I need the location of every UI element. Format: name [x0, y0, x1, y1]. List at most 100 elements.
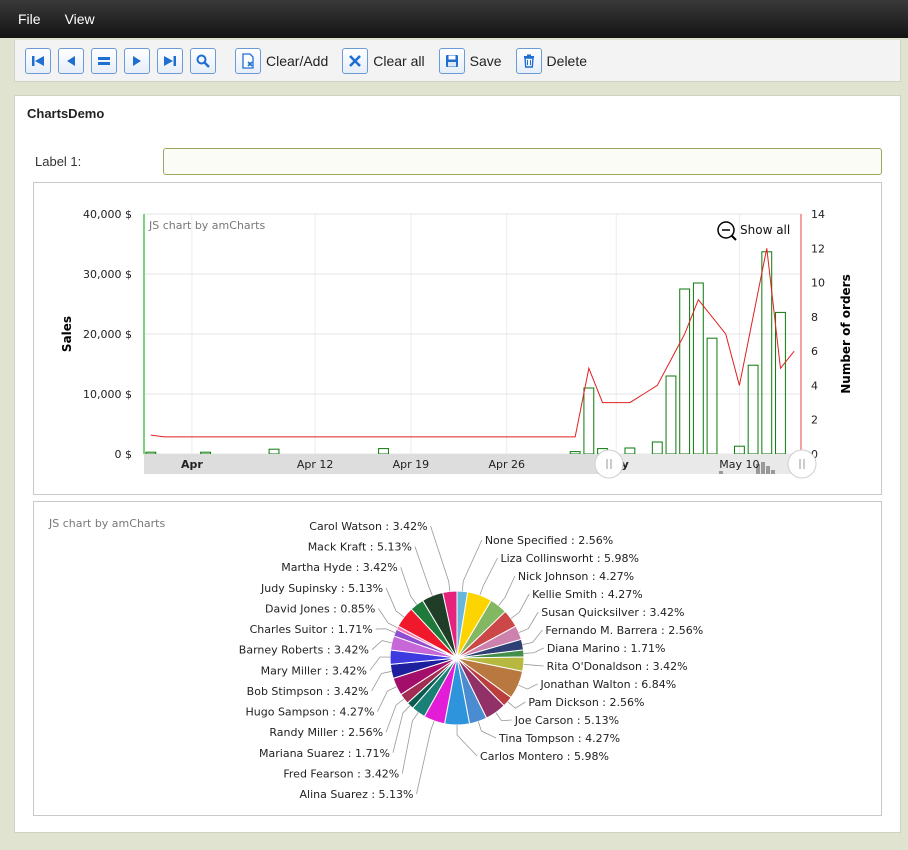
save-button[interactable] [438, 47, 465, 74]
pie-slice-label: Judy Supinsky : 5.13% [260, 582, 383, 595]
pie-label-connector [371, 640, 392, 650]
pie-label-connector [385, 587, 405, 618]
pie-label-connector [377, 608, 398, 629]
next-record-button[interactable] [124, 47, 150, 74]
pie-slice-label: None Specified : 2.56% [485, 534, 613, 547]
y2-tick-label: 14 [811, 208, 825, 221]
scrollbar-handle[interactable] [787, 449, 817, 479]
chart-credit: JS chart by amCharts [148, 219, 265, 232]
pie-slice-label: Barney Roberts : 3.42% [239, 644, 369, 657]
menu-bar: File View [0, 0, 908, 38]
previous-record-icon [67, 55, 75, 66]
clear-all-label[interactable]: Clear all [373, 53, 424, 69]
pie-slice-label: Mack Kraft : 5.13% [308, 541, 412, 554]
pie-slice-label: Diana Marino : 1.71% [547, 642, 666, 655]
pie-label-connector [477, 721, 497, 739]
pie-chart-container: JS chart by amCharts None Specified : 2.5… [33, 501, 882, 816]
x-tick-label: Apr [181, 458, 203, 471]
delete-label[interactable]: Delete [547, 53, 587, 69]
scrollbar-preview-bar [766, 466, 770, 474]
clear-add-label[interactable]: Clear/Add [266, 53, 328, 69]
y2-axis-title: Number of orders [839, 274, 853, 394]
y-tick-label: 30,000 $ [83, 268, 132, 281]
y2-tick-label: 10 [811, 277, 825, 290]
scrollbar-preview-bar [719, 471, 723, 474]
next-record-icon [133, 55, 141, 66]
list-view-button[interactable] [91, 47, 117, 74]
y2-tick-label: 12 [811, 242, 825, 255]
y2-tick-label: 6 [811, 345, 818, 358]
y-tick-label: 10,000 $ [83, 388, 132, 401]
clear-add-button[interactable] [235, 47, 261, 74]
pie-slice-label: Liza Collinsworht : 5.98% [501, 552, 639, 565]
pie-label-connector [400, 567, 418, 605]
pie-label-connector [430, 525, 451, 592]
scrollbar-preview-bar [771, 470, 775, 474]
pie-slice-label: Randy Miller : 2.56% [269, 726, 383, 739]
sales-bar [747, 364, 759, 455]
pie-slice-label: Bob Stimpson : 3.42% [247, 685, 369, 698]
delete-button[interactable] [515, 47, 542, 74]
charts-demo-panel: ChartsDemo Label 1: 40,000 $ 30,000 $ 20,0… [14, 95, 901, 833]
pie-slice-label: Jonathan Walton : 6.84% [539, 678, 676, 691]
pie-slice-label: Mariana Suarez : 1.71% [259, 747, 390, 760]
pie-label-connector [371, 671, 392, 692]
pie-label-connector [522, 629, 543, 645]
pie-slice-label: Carol Watson : 3.42% [309, 520, 427, 533]
scrollbar-handle[interactable] [594, 449, 624, 479]
pie-slice-label: Charles Suitor : 1.71% [250, 623, 373, 636]
pie-slice-label: Martha Hyde : 3.42% [281, 561, 397, 574]
y-axis-title: Sales [60, 316, 74, 352]
pie-label-connector [401, 712, 419, 774]
pie-slice-label: Fernando M. Barrera : 2.56% [545, 624, 703, 637]
sales-bar [665, 375, 677, 455]
sales-bar [378, 448, 389, 455]
pie-label-connector [518, 683, 538, 690]
pie-slice-label: Nick Johnson : 4.27% [518, 570, 634, 583]
show-all-button[interactable]: Show all [717, 221, 790, 241]
pie-slice-label: Alina Suarez : 5.13% [299, 788, 413, 801]
menu-file[interactable]: File [18, 11, 41, 27]
list-view-icon [98, 56, 110, 65]
pie-slice-label: Kellie Smith : 4.27% [532, 588, 643, 601]
panel-title: ChartsDemo [27, 106, 105, 121]
menu-view[interactable]: View [65, 11, 95, 27]
pie-label-connector [369, 656, 391, 671]
clear-all-button[interactable] [342, 47, 369, 74]
pie-label-connector [377, 686, 397, 712]
pie-label-connector [523, 647, 544, 654]
sales-orders-chart: 40,000 $ 30,000 $ 20,000 $ 10,000 $ 0 $ 14 12 1… [60, 208, 853, 479]
pie-label-connector [416, 720, 435, 795]
pie-slice-label: Hugo Sampson : 4.27% [246, 706, 375, 719]
trash-icon [523, 54, 534, 68]
sales-chart-container: 40,000 $ 30,000 $ 20,000 $ 10,000 $ 0 $ 14 12 1… [33, 182, 882, 495]
pie-slice-label: Mary Miller : 3.42% [261, 664, 367, 677]
pie-slice-label: Fred Fearson : 3.42% [283, 767, 399, 780]
sales-bar [268, 448, 280, 455]
pie-slice-label: Tina Tompson : 4.27% [498, 732, 620, 745]
y-tick-label: 40,000 $ [83, 208, 132, 221]
previous-record-button[interactable] [58, 47, 84, 74]
search-button[interactable] [190, 47, 216, 74]
pie-label-connector [507, 701, 526, 709]
sales-bar [679, 288, 691, 455]
orders-line [150, 248, 795, 438]
scrollbar-handle-knob [594, 449, 624, 479]
x-tick-label: Apr 12 [297, 458, 334, 471]
pie-label-connector [461, 539, 483, 592]
clear-add-icon [242, 52, 254, 69]
close-icon [349, 54, 362, 67]
sales-pie-chart: JS chart by amCharts None Specified : 2.5… [48, 517, 703, 801]
y2-tick-label: 4 [811, 379, 818, 392]
sales-bar [583, 387, 595, 455]
x-tick-label: May 10 [719, 458, 759, 471]
label1-input[interactable] [163, 148, 882, 175]
last-record-button[interactable] [157, 47, 183, 74]
pie-slice-label: Pam Dickson : 2.56% [528, 696, 644, 709]
search-icon [196, 54, 210, 68]
sales-bar [569, 451, 581, 455]
pie-label-connector [510, 593, 530, 619]
save-label[interactable]: Save [470, 53, 502, 69]
sales-bar [651, 441, 663, 455]
first-record-button[interactable] [25, 47, 51, 74]
